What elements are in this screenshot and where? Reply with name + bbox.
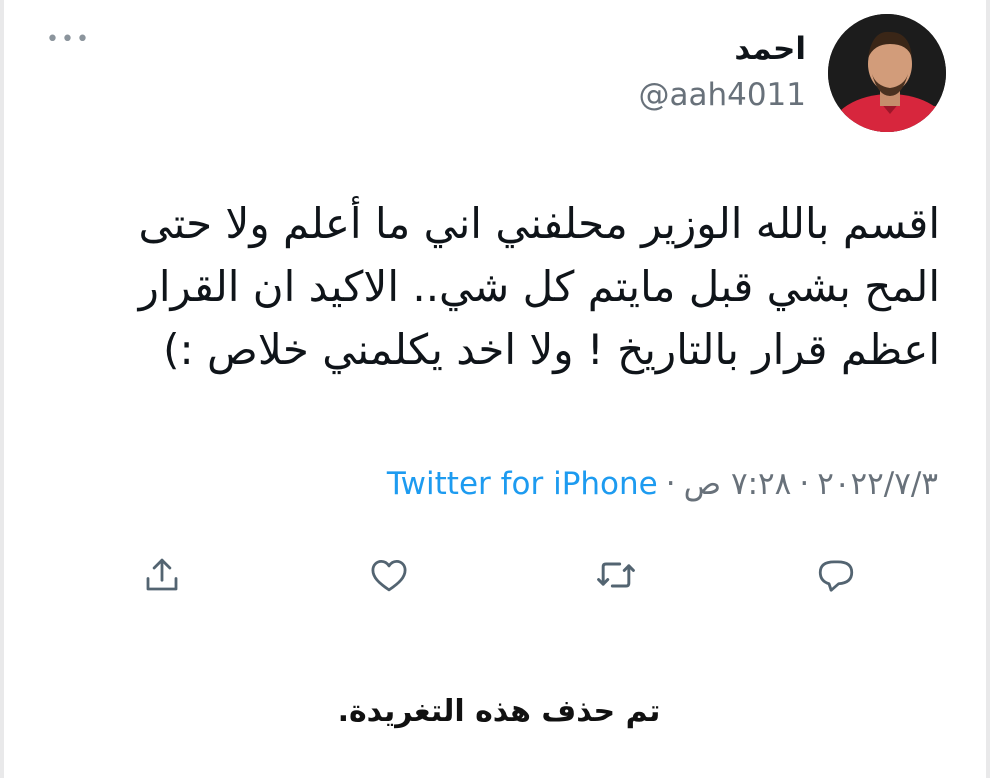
avatar-photo	[828, 14, 946, 132]
tweet-actions	[4, 545, 990, 605]
tweet-text-line: المح بشي قبل مايتم كل شي.. الاكيد ان الق…	[138, 262, 940, 311]
tweet-source[interactable]: Twitter for iPhone	[387, 466, 658, 502]
author-display-name[interactable]: احمد	[734, 29, 806, 69]
tweet-text: اقسم بالله الوزير محلفني اني ما أعلم ولا…	[60, 192, 940, 381]
retweet-button[interactable]	[586, 545, 646, 605]
share-icon	[146, 558, 178, 591]
deleted-notice: تم حذف هذه التغريدة.	[337, 694, 661, 729]
reply-icon	[818, 560, 854, 592]
author-handle[interactable]: @aah4011	[638, 73, 806, 117]
tweet-text-line: اعظم قرار بالتاريخ ! ولا اخد يكلمني خلاص…	[163, 325, 940, 374]
tweet-time[interactable]: ٧:٢٨ ص	[684, 466, 792, 502]
share-button[interactable]	[132, 545, 192, 605]
meta-separator: ·	[665, 466, 676, 502]
tweet-header: احمد @aah4011	[638, 14, 946, 132]
like-button[interactable]	[359, 545, 419, 605]
reply-button[interactable]	[806, 545, 866, 605]
like-heart-icon	[371, 559, 407, 592]
tweet-text-line: اقسم بالله الوزير محلفني اني ما أعلم ولا…	[138, 199, 940, 248]
meta-separator: ·	[799, 466, 810, 502]
tweet-date[interactable]: ٢٠٢٢/٧/٣	[817, 466, 938, 502]
retweet-icon	[597, 562, 635, 588]
author-names: احمد @aah4011	[638, 29, 806, 117]
more-options-icon[interactable]: •••	[46, 29, 91, 51]
tweet-card: ••• احمد @aah4011 اقسم بالله الوزير محلف…	[0, 0, 990, 778]
tweet-meta: ٢٠٢٢/٧/٣·٧:٢٨ ص·Twitter for iPhone	[387, 462, 938, 506]
avatar[interactable]	[828, 14, 946, 132]
